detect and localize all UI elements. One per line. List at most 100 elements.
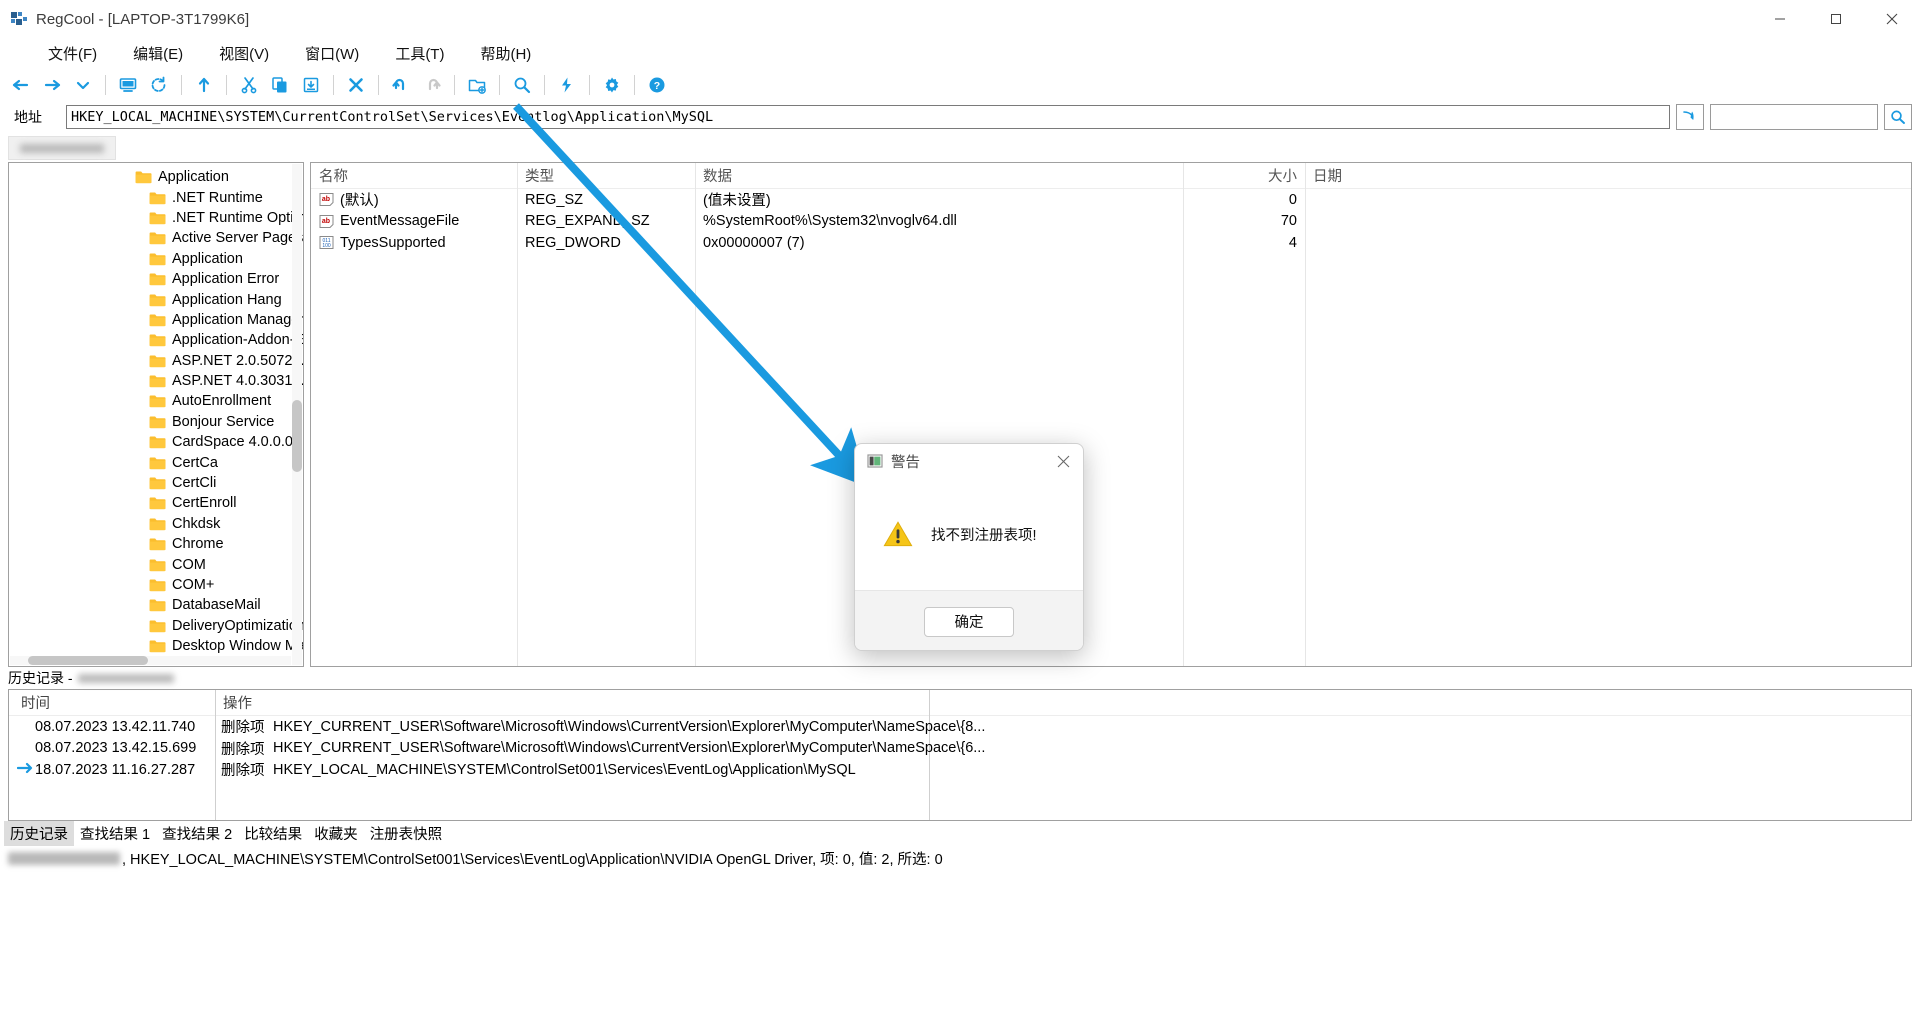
- undo-icon[interactable]: [386, 70, 416, 100]
- back-icon[interactable]: [6, 70, 36, 100]
- value-row[interactable]: 011 100 TypesSupported REG_DWORD 0x00000007 …: [311, 232, 1911, 254]
- minimize-button[interactable]: [1752, 0, 1808, 38]
- history-row[interactable]: 08.07.2023 13.42.15.699 删除项 HKEY_CURRENT_U…: [9, 738, 1911, 760]
- find-icon[interactable]: [507, 70, 537, 100]
- tree-item-label: .NET Runtime Optimi: [172, 209, 304, 226]
- column-header-size[interactable]: 大小: [1183, 165, 1305, 186]
- column-header-data[interactable]: 数据: [695, 165, 1183, 186]
- tree-item[interactable]: DeliveryOptimization: [9, 616, 303, 636]
- column-header-name[interactable]: 名称: [311, 165, 517, 186]
- dialog-close-icon[interactable]: [1043, 444, 1083, 478]
- tree-item[interactable]: Application: [9, 249, 303, 269]
- menu-view[interactable]: 视图(V): [219, 43, 269, 64]
- copy-icon[interactable]: [265, 70, 295, 100]
- tree-list[interactable]: Application .NET Runtime .NET Runtime Opti…: [9, 163, 303, 666]
- warning-dialog[interactable]: 警告 找不到注册表项! 确定: [854, 443, 1084, 651]
- redo-icon[interactable]: [417, 70, 447, 100]
- menu-window[interactable]: 窗口(W): [305, 43, 359, 64]
- cut-icon[interactable]: [234, 70, 264, 100]
- history-pane[interactable]: 时间 操作 08.07.2023 13.42.11.740 删除项 HKEY_CUR…: [8, 689, 1912, 821]
- tree-item[interactable]: Active Server Pages: [9, 228, 303, 248]
- tree-item[interactable]: CertEnroll: [9, 493, 303, 513]
- tab-registry-snapshot[interactable]: 注册表快照: [364, 821, 449, 846]
- quick-action-icon[interactable]: [552, 70, 582, 100]
- tree-item[interactable]: Desktop Window Ma: [9, 636, 303, 656]
- folder-icon: [149, 640, 166, 653]
- tree-item[interactable]: .NET Runtime: [9, 187, 303, 207]
- chevron-down-icon[interactable]: [68, 70, 98, 100]
- tree-item[interactable]: Chkdsk: [9, 514, 303, 534]
- tree-item[interactable]: COM: [9, 554, 303, 574]
- tree-item[interactable]: Application Error: [9, 269, 303, 289]
- tree-item[interactable]: Bonjour Service: [9, 412, 303, 432]
- tree-vertical-scroll-thumb[interactable]: [292, 400, 302, 472]
- dialog-message: 找不到注册表项!: [931, 527, 1037, 544]
- tab-history[interactable]: 历史记录: [4, 820, 74, 846]
- tree-item[interactable]: CertCa: [9, 452, 303, 472]
- refresh-icon[interactable]: [144, 70, 174, 100]
- tab-redacted[interactable]: [8, 136, 116, 160]
- tree-item[interactable]: Chrome: [9, 534, 303, 554]
- search-icon[interactable]: [1884, 104, 1912, 130]
- delete-icon[interactable]: [341, 70, 371, 100]
- forward-icon[interactable]: [37, 70, 67, 100]
- tree-item-label: Application Manager: [172, 311, 304, 328]
- search-input[interactable]: [1710, 104, 1878, 130]
- value-row[interactable]: ab EventMessageFile REG_EXPAND_SZ %SystemRo…: [311, 211, 1911, 233]
- tree-item[interactable]: ASP.NET 2.0.50727.0: [9, 351, 303, 371]
- tab-favorites[interactable]: 收藏夹: [308, 821, 364, 846]
- maximize-button[interactable]: [1808, 0, 1864, 38]
- menu-file[interactable]: 文件(F): [48, 43, 97, 64]
- tree-item[interactable]: CardSpace 4.0.0.0: [9, 432, 303, 452]
- value-row[interactable]: ab (默认) REG_SZ (值未设置) 0: [311, 189, 1911, 211]
- menu-tools[interactable]: 工具(T): [395, 43, 444, 64]
- tree-item[interactable]: AutoEnrollment: [9, 391, 303, 411]
- registry-values-pane[interactable]: 名称 类型 数据 大小 日期 ab (默认) REG_SZ (值未设置) 0 ab Even…: [310, 162, 1912, 667]
- settings-icon[interactable]: [597, 70, 627, 100]
- history-list[interactable]: 08.07.2023 13.42.11.740 删除项 HKEY_CURRENT_U…: [9, 716, 1911, 781]
- dialog-app-icon: [867, 454, 883, 468]
- tree-item[interactable]: ASP.NET 4.0.30319.0: [9, 371, 303, 391]
- tree-item[interactable]: CertCli: [9, 473, 303, 493]
- tab-compare-results[interactable]: 比较结果: [238, 821, 308, 846]
- tree-vertical-scrollbar[interactable]: [292, 164, 302, 665]
- registry-tree-pane[interactable]: Application .NET Runtime .NET Runtime Opti…: [8, 162, 304, 667]
- go-icon[interactable]: [1676, 104, 1704, 130]
- close-button[interactable]: [1864, 0, 1920, 38]
- folder-icon: [149, 395, 166, 408]
- history-operation: 删除项: [221, 720, 265, 737]
- history-column-operation[interactable]: 操作: [215, 692, 260, 713]
- history-column-time[interactable]: 时间: [9, 692, 215, 713]
- folder-icon: [149, 273, 166, 286]
- tree-horizontal-scrollbar[interactable]: [10, 656, 291, 665]
- history-row[interactable]: 18.07.2023 11.16.27.287 删除项 HKEY_LOCAL_MAC…: [9, 759, 1911, 781]
- dialog-ok-button[interactable]: 确定: [924, 606, 1014, 637]
- help-icon[interactable]: ?: [642, 70, 672, 100]
- tree-item[interactable]: .NET Runtime Optimi: [9, 208, 303, 228]
- tree-item[interactable]: Application: [9, 167, 303, 187]
- column-header-type[interactable]: 类型: [517, 165, 695, 186]
- menu-edit[interactable]: 编辑(E): [133, 43, 183, 64]
- tree-item[interactable]: DatabaseMail: [9, 595, 303, 615]
- tree-item[interactable]: Application Hang: [9, 289, 303, 309]
- up-icon[interactable]: [189, 70, 219, 100]
- toolbar-separator: [589, 75, 590, 95]
- tree-item[interactable]: Application-Addon-E: [9, 330, 303, 350]
- tab-find-results-1[interactable]: 查找结果 1: [74, 821, 156, 846]
- address-input[interactable]: HKEY_LOCAL_MACHINE\SYSTEM\CurrentControl…: [66, 105, 1670, 129]
- computer-icon[interactable]: [113, 70, 143, 100]
- history-row[interactable]: 08.07.2023 13.42.11.740 删除项 HKEY_CURRENT_U…: [9, 716, 1911, 738]
- value-name: (默认): [340, 193, 379, 210]
- tree-item[interactable]: Application Manager: [9, 310, 303, 330]
- tree-item-label: Application: [172, 250, 243, 267]
- value-size-cell: 0: [1288, 191, 1297, 208]
- values-list[interactable]: ab (默认) REG_SZ (值未设置) 0 ab EventMessageFile REG…: [311, 189, 1911, 254]
- column-header-date[interactable]: 日期: [1305, 165, 1425, 186]
- new-key-icon[interactable]: [462, 70, 492, 100]
- paste-icon[interactable]: [296, 70, 326, 100]
- tab-find-results-2[interactable]: 查找结果 2: [156, 821, 238, 846]
- tree-item[interactable]: COM+: [9, 575, 303, 595]
- menu-help[interactable]: 帮助(H): [480, 43, 531, 64]
- regcool-icon: [11, 12, 27, 25]
- tree-horizontal-scroll-thumb[interactable]: [28, 656, 148, 665]
